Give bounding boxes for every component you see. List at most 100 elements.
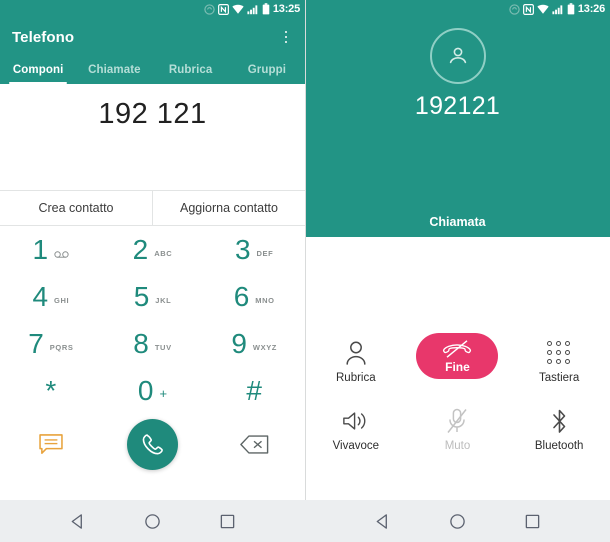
voicemail-icon (54, 237, 69, 263)
dial-key-8-digit: 8 (133, 327, 149, 359)
dialed-number-display[interactable]: 192 121 (0, 84, 305, 190)
dial-key-6-letters: MNO (255, 296, 275, 305)
dial-key-0-digit: 0 (137, 374, 154, 406)
call-number: 192121 (414, 92, 501, 120)
dial-key-7-letters: PQRS (49, 343, 74, 352)
dial-key-0-plus: + (159, 386, 168, 401)
avatar (429, 28, 486, 84)
panel-divider (305, 0, 306, 500)
call-control-muto[interactable]: Muto (417, 405, 497, 452)
call-control-tastiera[interactable]: Tastiera (519, 337, 599, 384)
tab-bar: Componi Chiamate Rubrica Gruppi (0, 56, 305, 84)
call-control-tastiera-label: Tastiera (539, 372, 580, 384)
call-control-bluetooth-label: Bluetooth (534, 440, 584, 452)
dial-key-2[interactable]: 2 ABC (102, 226, 204, 273)
dial-key-hash[interactable]: # (203, 367, 305, 414)
person-avatar-icon (449, 47, 466, 64)
tab-componi-label: Componi (12, 64, 64, 76)
end-call-label: Fine (445, 359, 470, 374)
call-control-muto-label: Muto (444, 440, 471, 452)
app-title: Telefono (12, 28, 75, 46)
nfc-icon (522, 3, 534, 15)
wifi-icon (537, 4, 549, 14)
overflow-menu-icon[interactable] (275, 26, 297, 48)
tab-chiamate[interactable]: Chiamate (76, 56, 152, 84)
battery-icon (567, 3, 575, 15)
home-icon[interactable] (441, 504, 475, 538)
battery-icon (262, 3, 270, 15)
dial-key-9-digit: 9 (231, 327, 247, 359)
call-controls-area: Rubrica Fine Tastiera Vivavoce Muto Blue… (305, 237, 610, 500)
tab-rubrica-label: Rubrica (168, 64, 213, 76)
call-controls-grid: Rubrica Fine Tastiera Vivavoce Muto Blue… (305, 333, 610, 473)
call-header: 192121 Chiamata (305, 18, 610, 237)
in-call-panel: 13:26 192121 Chiamata Rubrica Fine Tasti… (305, 0, 610, 500)
create-contact-button[interactable]: Crea contatto (0, 191, 152, 225)
speaker-icon (342, 405, 370, 437)
navigation-bar (0, 500, 610, 542)
dial-key-2-letters: ABC (154, 249, 173, 258)
dial-key-star-symbol: * (45, 374, 57, 406)
sync-icon (204, 3, 215, 15)
dial-bottom-row (0, 414, 305, 474)
update-contact-button[interactable]: Aggiorna contatto (152, 191, 305, 225)
status-icons-left (204, 3, 270, 15)
dial-key-8-letters: TUV (154, 343, 172, 352)
call-control-rubrica-label: Rubrica (336, 372, 376, 384)
dial-key-3-letters: DEF (256, 249, 274, 258)
status-bar-right: 13:26 (305, 0, 610, 18)
dial-key-2-digit: 2 (132, 233, 149, 265)
dial-key-4-digit: 4 (32, 280, 49, 312)
dial-key-6[interactable]: 6 MNO (203, 273, 305, 320)
call-control-bluetooth[interactable]: Bluetooth (519, 405, 599, 452)
wifi-icon (232, 4, 244, 14)
status-bar-left: 13:25 (0, 0, 305, 18)
back-icon[interactable] (61, 504, 95, 538)
contact-action-row: Crea contatto Aggiorna contatto (0, 190, 305, 226)
call-control-rubrica[interactable]: Rubrica (316, 337, 396, 384)
dialed-number-text: 192 121 (98, 98, 207, 130)
dial-pad: 1 2 ABC 3 DEF 4 GHI 5 JKL 6 MNO 7 PQRS 8… (0, 226, 305, 414)
end-call-button[interactable]: Fine (416, 333, 499, 379)
nfc-icon (217, 3, 229, 15)
backspace-icon[interactable] (234, 427, 274, 461)
back-icon[interactable] (366, 504, 400, 538)
dial-key-3[interactable]: 3 DEF (203, 226, 305, 273)
call-button[interactable] (126, 418, 178, 470)
dial-key-hash-symbol: # (246, 374, 262, 406)
tab-chiamate-label: Chiamate (88, 64, 141, 76)
keypad-dots-icon (547, 337, 571, 369)
mic-muted-icon (446, 405, 468, 437)
dialer-panel: 13:25 Telefono Componi Chiamate Rubrica … (0, 0, 305, 500)
call-control-vivavoce[interactable]: Vivavoce (316, 405, 396, 452)
dial-key-6-digit: 6 (233, 280, 250, 312)
dial-key-5[interactable]: 5 JKL (102, 273, 204, 320)
contacts-person-icon (344, 337, 368, 369)
dial-key-1-digit: 1 (32, 233, 49, 265)
dial-key-9[interactable]: 9 WXYZ (203, 320, 305, 367)
tab-rubrica[interactable]: Rubrica (153, 56, 229, 84)
dial-key-8[interactable]: 8 TUV (102, 320, 204, 367)
home-icon[interactable] (136, 504, 170, 538)
call-control-end[interactable]: Fine (416, 333, 499, 379)
recents-icon[interactable] (211, 504, 245, 538)
dial-key-4[interactable]: 4 GHI (0, 273, 102, 320)
dial-key-1[interactable]: 1 (0, 226, 102, 273)
call-status-label: Chiamata (429, 215, 486, 229)
tab-gruppi-label: Gruppi (247, 64, 287, 76)
dial-key-5-digit: 5 (133, 280, 150, 312)
dial-key-star[interactable]: * (0, 367, 102, 414)
dial-key-9-letters: WXYZ (252, 343, 277, 352)
dial-key-7[interactable]: 7 PQRS (0, 320, 102, 367)
signal-icon (552, 4, 563, 14)
sync-icon (509, 3, 520, 15)
dial-key-7-digit: 7 (28, 327, 44, 359)
recents-icon[interactable] (516, 504, 550, 538)
status-time-left: 13:25 (272, 3, 300, 15)
message-icon[interactable] (31, 427, 71, 461)
tab-gruppi[interactable]: Gruppi (229, 56, 305, 84)
status-icons-right (509, 3, 575, 15)
end-call-icon (443, 339, 472, 358)
tab-componi[interactable]: Componi (0, 56, 76, 84)
dial-key-0[interactable]: 0 + (102, 367, 204, 414)
